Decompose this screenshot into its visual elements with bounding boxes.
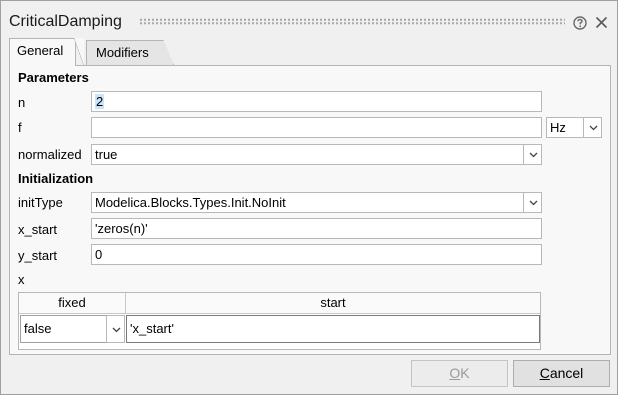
- normalized-value: true: [95, 147, 118, 162]
- x-fixed-value: false: [24, 321, 52, 336]
- parameters-heading: Parameters: [18, 70, 89, 85]
- y-start-label: y_start: [18, 248, 58, 263]
- ok-button[interactable]: OK: [411, 360, 508, 387]
- n-label: n: [18, 95, 26, 110]
- ok-label-rest: K: [460, 365, 470, 381]
- close-icon[interactable]: [595, 16, 608, 29]
- chevron-down-icon: [589, 125, 598, 131]
- cancel-button[interactable]: Cancel: [513, 360, 610, 387]
- inittype-select[interactable]: Modelica.Blocks.Types.Init.NoInit: [91, 192, 542, 213]
- x-start-value: 'zeros(n)': [95, 221, 148, 236]
- title-bar[interactable]: CriticalDamping: [1, 1, 617, 37]
- ok-mnemonic: O: [449, 365, 461, 381]
- cancel-mnemonic: C: [539, 365, 550, 381]
- n-value: 2: [95, 94, 105, 109]
- x-fixed-select[interactable]: false: [20, 315, 125, 343]
- tab-modifiers[interactable]: Modifiers: [86, 40, 174, 65]
- column-header-start[interactable]: start: [126, 293, 540, 314]
- n-input[interactable]: 2: [91, 91, 542, 112]
- window-title: CriticalDamping: [9, 13, 122, 30]
- chevron-down-icon: [529, 200, 538, 206]
- x-start-cell-value: 'x_start': [130, 321, 174, 336]
- dialog-window: CriticalDamping General Modifiers Parame…: [0, 0, 618, 395]
- f-unit-dropdown-button[interactable]: [583, 118, 601, 137]
- inittype-label: initType: [18, 195, 63, 210]
- cancel-label-rest: ancel: [549, 365, 584, 381]
- x-fixed-dropdown-button[interactable]: [106, 315, 125, 343]
- help-icon[interactable]: [573, 16, 587, 30]
- f-input[interactable]: [91, 117, 542, 138]
- normalized-dropdown-button[interactable]: [523, 145, 541, 164]
- normalized-label: normalized: [18, 147, 82, 162]
- f-unit-select[interactable]: Hz: [546, 117, 602, 138]
- tab-general[interactable]: General: [9, 38, 84, 66]
- x-start-cell-input[interactable]: 'x_start': [126, 315, 540, 343]
- drag-grip[interactable]: [139, 18, 565, 25]
- chevron-down-icon: [529, 152, 538, 158]
- chevron-down-icon: [112, 327, 121, 333]
- x-start-label: x_start: [18, 222, 58, 237]
- y-start-value: 0: [95, 247, 103, 262]
- inittype-value: Modelica.Blocks.Types.Init.NoInit: [95, 195, 286, 210]
- x-label: x: [18, 272, 25, 287]
- normalized-select[interactable]: true: [91, 144, 542, 165]
- column-header-fixed[interactable]: fixed: [19, 293, 126, 314]
- y-start-input[interactable]: 0: [91, 244, 542, 265]
- initialization-heading: Initialization: [18, 171, 94, 186]
- x-start-input[interactable]: 'zeros(n)': [91, 218, 542, 239]
- inittype-dropdown-button[interactable]: [523, 193, 541, 212]
- f-label: f: [18, 120, 22, 135]
- f-unit-value: Hz: [550, 120, 566, 135]
- tab-strip: General Modifiers: [9, 38, 611, 66]
- x-table: fixed start false 'x_start': [18, 292, 541, 350]
